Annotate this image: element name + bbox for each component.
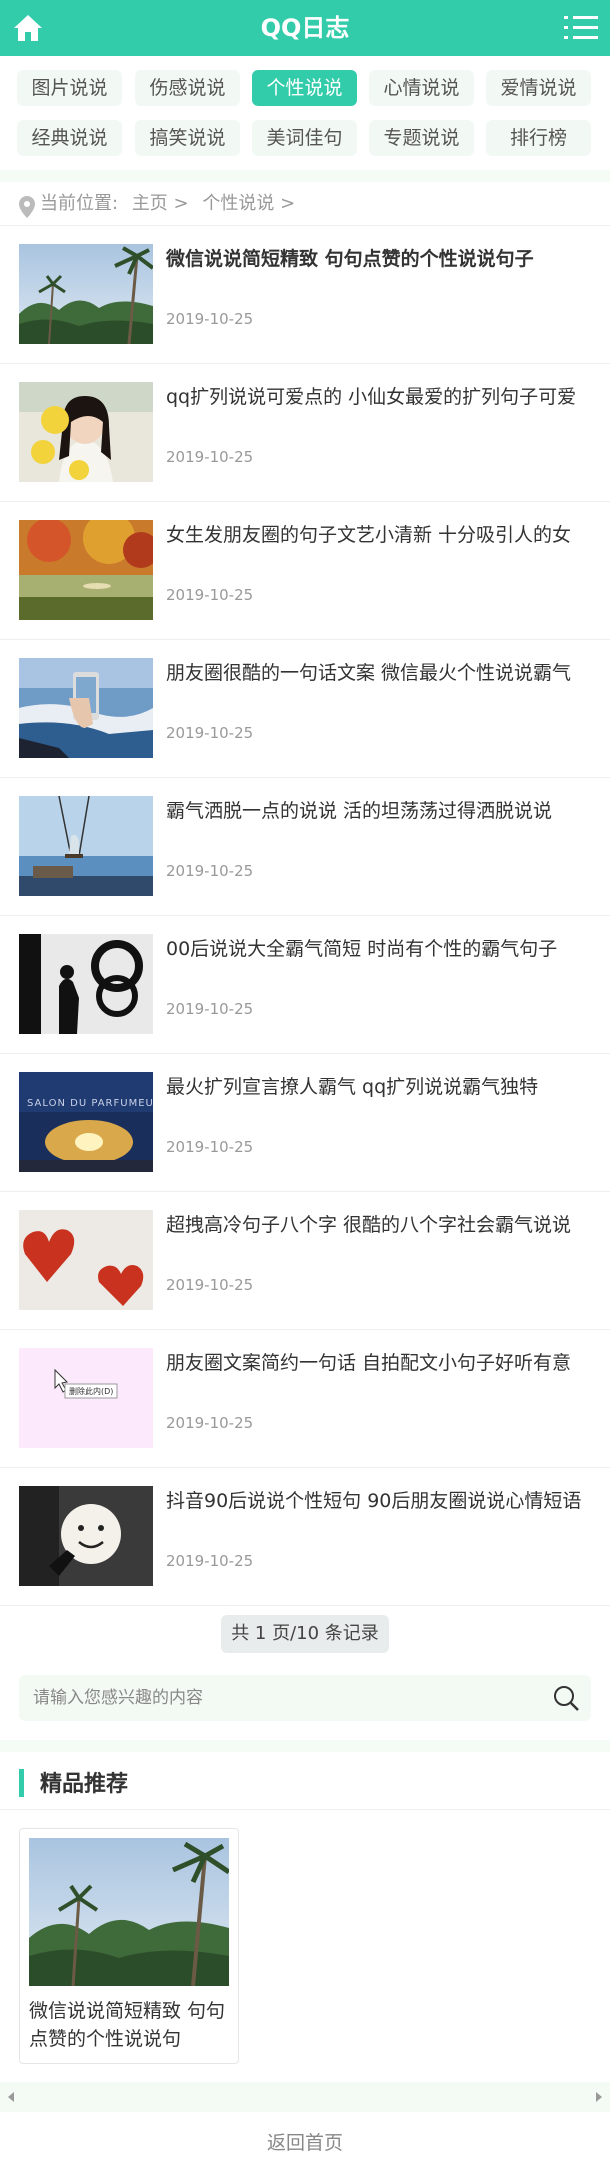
article-date: 2019-10-25 xyxy=(166,1552,254,1570)
article-item[interactable]: 朋友圈很酷的一句话文案 微信最火个性说说霸气 2019-10-25 xyxy=(0,640,610,778)
article-item[interactable]: SALON DU PARFUMEUR 最火扩列宣言撩人霸气 qq扩列说说霸气独特… xyxy=(0,1054,610,1192)
category-tab[interactable]: 图片说说 xyxy=(17,70,122,106)
recommend-header: 精品推荐 xyxy=(0,1752,610,1810)
article-item[interactable]: 霸气洒脱一点的说说 活的坦荡荡过得洒脱说说 2019-10-25 xyxy=(0,778,610,916)
category-tab[interactable]: 搞笑说说 xyxy=(135,120,240,156)
breadcrumb-home-link[interactable]: 主页 > xyxy=(132,193,189,214)
article-date: 2019-10-25 xyxy=(166,1276,254,1294)
article-title-link[interactable]: qq扩列说说可爱点的 小仙女最爱的扩列句子可爱 xyxy=(166,384,586,410)
category-nav: 图片说说 伤感说说 个性说说 心情说说 爱情说说 经典说说 搞笑说说 美词佳句 … xyxy=(0,56,610,170)
accent-bar xyxy=(19,1769,24,1797)
article-title-link[interactable]: 朋友圈很酷的一句话文案 微信最火个性说说霸气 xyxy=(166,660,586,686)
svg-text:SALON DU PARFUMEUR: SALON DU PARFUMEUR xyxy=(27,1098,153,1109)
article-date: 2019-10-25 xyxy=(166,310,254,328)
category-tab[interactable]: 爱情说说 xyxy=(486,70,591,106)
breadcrumb-prefix: 当前位置: xyxy=(40,193,119,214)
search-input[interactable] xyxy=(33,1682,533,1714)
menu-icon[interactable] xyxy=(564,14,598,42)
article-item[interactable]: 删除此内(D) 朋友圈文案简约一句话 自拍配文小句子好听有意 2019-10-2… xyxy=(0,1330,610,1468)
article-title-link[interactable]: 朋友圈文案简约一句话 自拍配文小句子好听有意 xyxy=(166,1350,586,1376)
smiley-balloon-thumbnail[interactable] xyxy=(19,1486,153,1586)
article-item[interactable]: qq扩列说说可爱点的 小仙女最爱的扩列句子可爱 2019-10-25 xyxy=(0,364,610,502)
article-title-link[interactable]: 霸气洒脱一点的说说 活的坦荡荡过得洒脱说说 xyxy=(166,798,586,824)
article-date: 2019-10-25 xyxy=(166,724,254,742)
category-tab[interactable]: 排行榜 xyxy=(486,120,591,156)
article-title-link[interactable]: 微信说说简短精致 句句点赞的个性说说句子 xyxy=(166,246,586,272)
palm-trees-thumbnail[interactable] xyxy=(29,1838,229,1986)
article-item[interactable]: 女生发朋友圈的句子文艺小清新 十分吸引人的女 2019-10-25 xyxy=(0,502,610,640)
breadcrumb-current-link[interactable]: 个性说说 > xyxy=(202,193,295,214)
article-title-link[interactable]: 女生发朋友圈的句子文艺小清新 十分吸引人的女 xyxy=(166,522,586,548)
pink-thumb-text: 删除此内(D) xyxy=(69,1386,113,1396)
pink-screenshot-thumbnail[interactable]: 删除此内(D) xyxy=(19,1348,153,1448)
red-hearts-thumbnail[interactable] xyxy=(19,1210,153,1310)
article-title-link[interactable]: 最火扩列宣言撩人霸气 qq扩列说说霸气独特 xyxy=(166,1074,586,1100)
palm-trees-thumbnail[interactable] xyxy=(19,244,153,344)
top-header: QQ日志 xyxy=(0,0,610,56)
scroll-right-icon[interactable] xyxy=(596,2092,602,2102)
category-tab-active[interactable]: 个性说说 xyxy=(252,70,357,106)
category-tab[interactable]: 专题说说 xyxy=(369,120,474,156)
article-item[interactable]: 微信说说简短精致 句句点赞的个性说说句子 2019-10-25 xyxy=(0,226,610,364)
section-divider xyxy=(0,170,610,182)
article-date: 2019-10-25 xyxy=(166,448,254,466)
article-date: 2019-10-25 xyxy=(166,1000,254,1018)
search-bar xyxy=(19,1675,591,1721)
phone-in-hand-thumbnail[interactable] xyxy=(19,658,153,758)
swing-by-sea-thumbnail[interactable] xyxy=(19,796,153,896)
article-item[interactable]: 00后说说大全霸气简短 时尚有个性的霸气句子 2019-10-25 xyxy=(0,916,610,1054)
article-title-link[interactable]: 抖音90后说说个性短句 90后朋友圈说说心情短语 xyxy=(166,1488,586,1514)
girl-smiling-thumbnail[interactable] xyxy=(19,382,153,482)
article-title-link[interactable]: 超拽高冷句子八个字 很酷的八个字社会霸气说说 xyxy=(166,1212,586,1238)
recommend-card[interactable]: 微信说说简短精致 句句点赞的个性说说句 xyxy=(19,1828,239,2064)
article-date: 2019-10-25 xyxy=(166,1414,254,1432)
article-item[interactable]: 超拽高冷句子八个字 很酷的八个字社会霸气说说 2019-10-25 xyxy=(0,1192,610,1330)
salon-sign-thumbnail[interactable]: SALON DU PARFUMEUR xyxy=(19,1072,153,1172)
category-tab[interactable]: 伤感说说 xyxy=(135,70,240,106)
back-home-link[interactable]: 返回首页 xyxy=(0,2128,610,2155)
location-pin-icon xyxy=(18,192,36,218)
article-item[interactable]: 抖音90后说说个性短句 90后朋友圈说说心情短语 2019-10-25 xyxy=(0,1468,610,1606)
pagination-summary: 共 1 页/10 条记录 xyxy=(221,1615,389,1653)
article-date: 2019-10-25 xyxy=(166,1138,254,1156)
category-tab[interactable]: 美词佳句 xyxy=(252,120,357,156)
recommend-title: 精品推荐 xyxy=(40,1772,129,1797)
breadcrumb: 当前位置: 主页 > 个性说说 > xyxy=(0,182,610,226)
site-title[interactable]: QQ日志 xyxy=(0,0,610,56)
section-divider xyxy=(0,1740,610,1752)
article-date: 2019-10-25 xyxy=(166,586,254,604)
article-date: 2019-10-25 xyxy=(166,862,254,880)
search-icon[interactable] xyxy=(551,1684,581,1712)
category-tab[interactable]: 心情说说 xyxy=(369,70,474,106)
spiral-stairs-thumbnail[interactable] xyxy=(19,934,153,1034)
recommend-item-title[interactable]: 微信说说简短精致 句句点赞的个性说说句 xyxy=(29,1997,234,2053)
category-tab[interactable]: 经典说说 xyxy=(17,120,122,156)
article-title-link[interactable]: 00后说说大全霸气简短 时尚有个性的霸气句子 xyxy=(166,936,586,962)
autumn-lake-thumbnail[interactable] xyxy=(19,520,153,620)
horizontal-scrollbar[interactable] xyxy=(0,2082,610,2112)
article-list: 微信说说简短精致 句句点赞的个性说说句子 2019-10-25 qq扩列说说可爱… xyxy=(0,226,610,1606)
scroll-left-icon[interactable] xyxy=(8,2092,14,2102)
